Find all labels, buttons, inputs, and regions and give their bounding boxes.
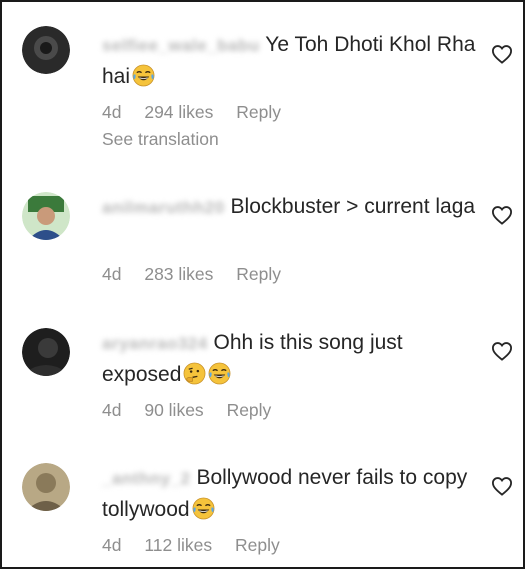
comment-username[interactable]: aryanrao324 xyxy=(102,334,208,353)
comment-body: selfiee_wale_babu Ye Toh Dhoti Khol Rha … xyxy=(102,29,482,92)
reply-button[interactable]: Reply xyxy=(227,400,272,420)
comment-meta: 4d 294 likes Reply xyxy=(102,102,281,123)
avatar[interactable] xyxy=(22,328,70,376)
reply-button[interactable]: Reply xyxy=(236,264,281,284)
heart-outline-icon[interactable] xyxy=(491,476,513,496)
face-with-tears-of-joy-icon xyxy=(132,64,155,87)
comment-time: 4d xyxy=(102,102,122,122)
avatar[interactable] xyxy=(22,463,70,511)
comment-likes[interactable]: 90 likes xyxy=(144,400,203,420)
comment-likes[interactable]: 112 likes xyxy=(144,535,212,555)
comment-meta: 4d 112 likes Reply xyxy=(102,535,280,556)
heart-outline-icon[interactable] xyxy=(491,205,513,225)
comment-meta: 4d 283 likes Reply xyxy=(102,264,281,285)
comment-meta: 4d 90 likes Reply xyxy=(102,400,271,421)
comment-body: anilmaruthh20 Blockbuster > current laga xyxy=(102,191,482,223)
reply-button[interactable]: Reply xyxy=(235,535,280,555)
comment-likes[interactable]: 294 likes xyxy=(144,102,213,122)
heart-outline-icon[interactable] xyxy=(491,341,513,361)
comment-username[interactable]: selfiee_wale_babu xyxy=(102,36,260,55)
comment-time: 4d xyxy=(102,535,122,555)
comment-username[interactable]: _anthny_2 xyxy=(102,469,191,488)
comment-text: Blockbuster > current laga xyxy=(230,195,476,218)
face-with-tears-of-joy-icon xyxy=(208,362,231,385)
heart-outline-icon[interactable] xyxy=(491,44,513,64)
comments-panel: selfiee_wale_babu Ye Toh Dhoti Khol Rha … xyxy=(0,0,525,569)
comment-username[interactable]: anilmaruthh20 xyxy=(102,198,225,217)
comment-likes[interactable]: 283 likes xyxy=(144,264,213,284)
thinking-face-icon xyxy=(183,362,206,385)
comment-body: _anthny_2 Bollywood never fails to copy … xyxy=(102,462,482,525)
face-with-tears-of-joy-icon xyxy=(192,497,214,520)
reply-button[interactable]: Reply xyxy=(236,102,281,122)
avatar[interactable] xyxy=(22,192,70,240)
comment-time: 4d xyxy=(102,264,122,284)
see-translation-link[interactable]: See translation xyxy=(102,129,219,150)
avatar[interactable] xyxy=(22,26,70,74)
comment-time: 4d xyxy=(102,400,122,420)
comment-body: aryanrao324 Ohh is this song just expose… xyxy=(102,327,482,390)
